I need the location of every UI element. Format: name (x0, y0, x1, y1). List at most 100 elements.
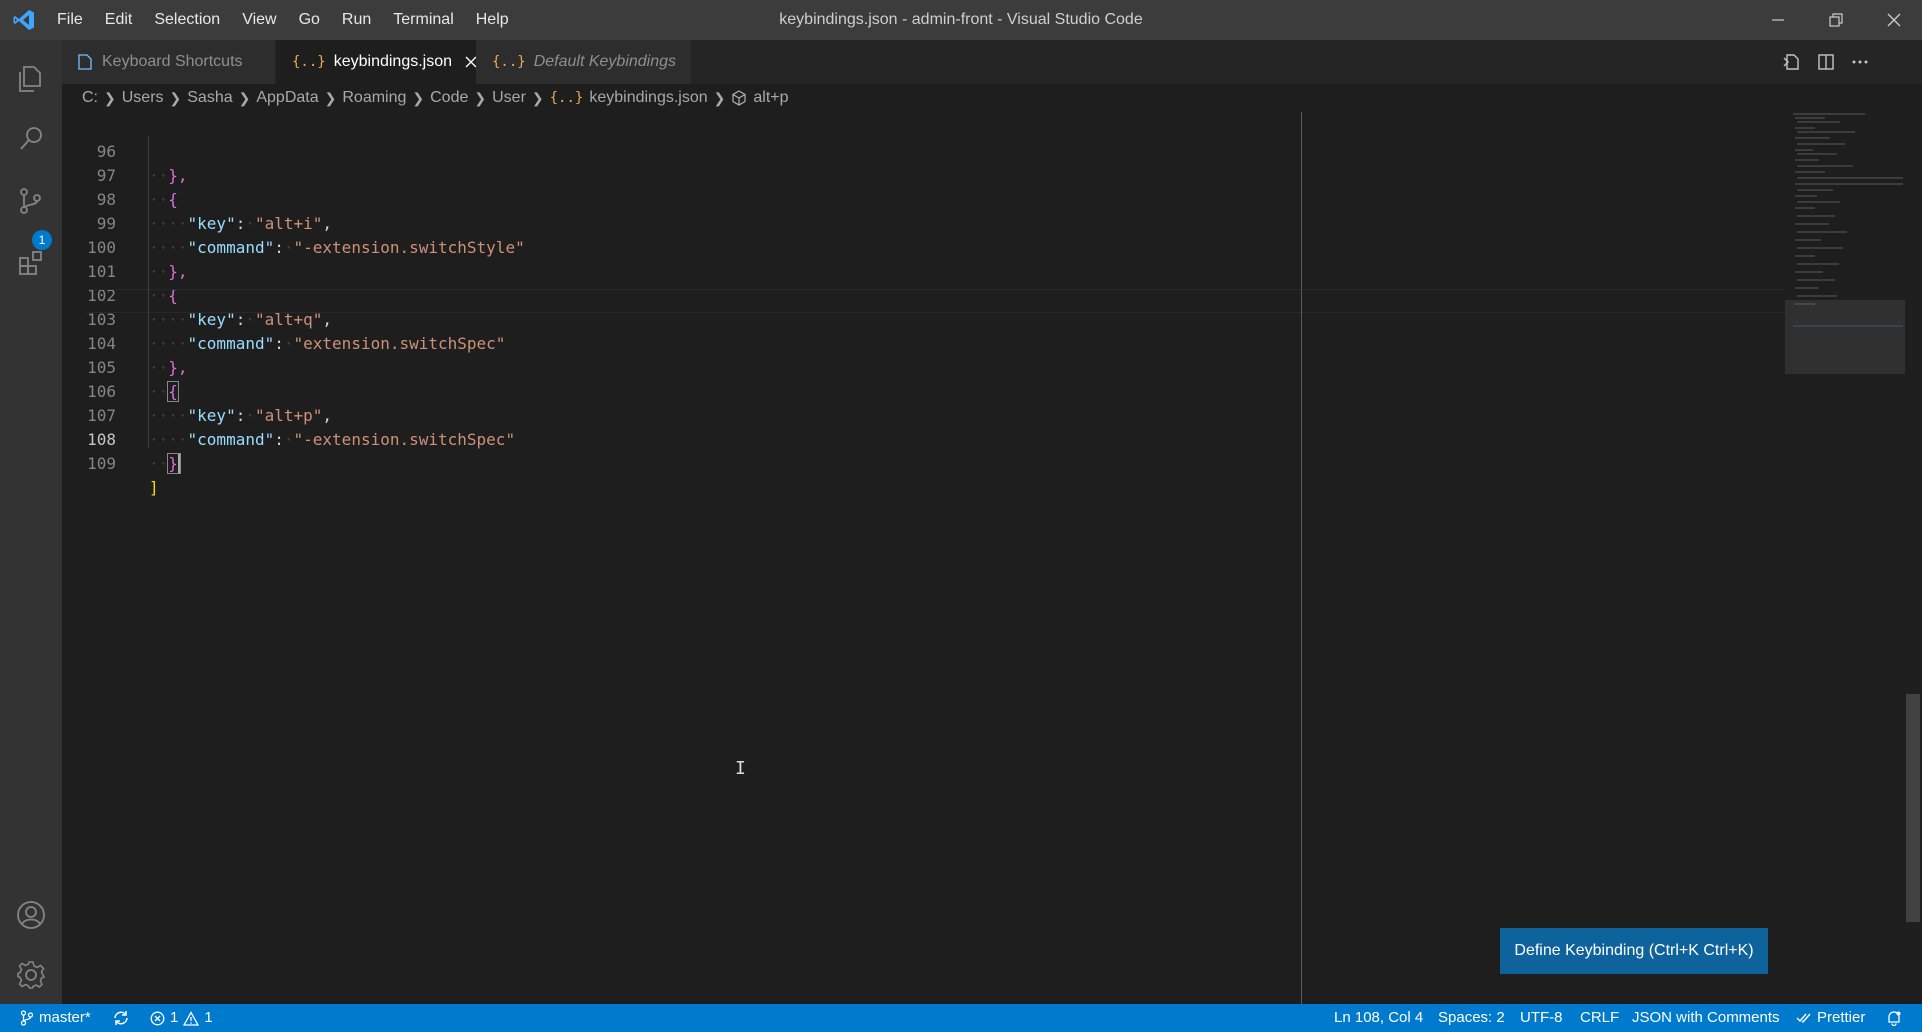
minimap-preview (1793, 113, 1903, 327)
end-of-line[interactable]: CRLF (1580, 1004, 1619, 1032)
code-editor[interactable]: 96 ··}, 97 ··{ 98 ····"key":·"alt+i", 99… (62, 112, 1785, 1004)
breadcrumb-item[interactable]: User (492, 89, 526, 107)
editor-ruler (1301, 112, 1302, 1004)
menu-edit[interactable]: Edit (94, 0, 144, 40)
chevron-right-icon: ❯ (474, 89, 487, 106)
search-icon (20, 127, 42, 150)
chevron-right-icon: ❯ (713, 89, 726, 106)
menu-selection[interactable]: Selection (143, 0, 231, 40)
branch-name: master* (39, 1009, 91, 1026)
scrollbar-thumb[interactable] (1906, 694, 1920, 922)
breadcrumb-item[interactable]: Sasha (187, 89, 232, 107)
language-mode[interactable]: JSON with Comments (1632, 1004, 1780, 1032)
code-line: 102 ····"key":·"alt+q", (62, 260, 1785, 329)
json-file-icon: {..} (549, 90, 584, 106)
breadcrumb-item[interactable]: keybindings.json (589, 89, 707, 107)
code-line: 96 ··}, (62, 116, 1785, 185)
close-tab-icon[interactable] (464, 55, 476, 69)
warning-icon (183, 1010, 200, 1026)
breadcrumb: C: ❯ Users ❯ Sasha ❯ AppData ❯ Roaming ❯ Code… (62, 84, 1922, 112)
json-file-icon: {..} (292, 54, 326, 70)
open-settings-json-icon[interactable] (1782, 52, 1802, 72)
vscode-logo-icon (13, 10, 34, 30)
menu-terminal[interactable]: Terminal (382, 0, 464, 40)
editor-actions (1782, 40, 1870, 84)
tab-bar: Keyboard Shortcuts {..} keybindings.json… (62, 40, 1922, 84)
code-line: 109 ] (62, 428, 1785, 497)
json-file-icon: {..} (492, 54, 526, 70)
menu-view[interactable]: View (231, 0, 287, 40)
breadcrumb-item[interactable]: AppData (256, 89, 318, 107)
chevron-right-icon: ❯ (324, 89, 337, 106)
chevron-right-icon: ❯ (169, 89, 182, 106)
settings-gear-icon (17, 961, 46, 989)
indent-guide (148, 136, 149, 448)
code-line: 106 ····"key":·"alt+p", (62, 356, 1785, 425)
chevron-right-icon: ❯ (531, 89, 544, 106)
error-count: 1 (170, 1009, 179, 1026)
warning-count: 1 (204, 1009, 213, 1026)
breadcrumb-item[interactable]: Roaming (342, 89, 406, 107)
extensions-icon (19, 251, 42, 275)
mouse-ibeam-cursor-icon: I (735, 758, 746, 779)
line-number: 109 (87, 454, 116, 473)
cursor-position[interactable]: Ln 108, Col 4 (1334, 1004, 1423, 1032)
menu-file[interactable]: File (46, 0, 94, 40)
breadcrumb-item[interactable]: C: (82, 89, 98, 107)
double-check-icon (1796, 1013, 1811, 1024)
symbol-object-icon (732, 90, 746, 106)
accounts-button[interactable] (0, 886, 62, 944)
explorer-icon (19, 66, 41, 92)
breadcrumb-item[interactable]: Users (122, 89, 164, 107)
sync-button[interactable] (112, 1004, 130, 1032)
code-line: 98 ····"key":·"alt+i", (62, 164, 1785, 233)
git-branch-icon (20, 1010, 34, 1026)
indentation[interactable]: Spaces: 2 (1438, 1004, 1505, 1032)
source-control-button[interactable] (0, 172, 62, 230)
explorer-button[interactable] (0, 50, 62, 108)
prettier-status[interactable]: Prettier (1796, 1004, 1865, 1032)
tab-keyboard-shortcuts[interactable]: Keyboard Shortcuts (62, 40, 276, 84)
code-line: 97 ··{ (62, 140, 1785, 209)
minimap-slider[interactable] (1785, 300, 1905, 374)
minimize-button[interactable] (1750, 0, 1806, 40)
bell-icon (1888, 1011, 1901, 1026)
menu-help[interactable]: Help (465, 0, 520, 40)
code-line: 101 ··{ (62, 236, 1785, 305)
problems-indicator[interactable]: 1 1 (150, 1004, 213, 1032)
tab-label: keybindings.json (333, 53, 453, 70)
tab-label: Keyboard Shortcuts (102, 53, 243, 70)
status-bar: master* 1 1 Ln 108, Col 4 Spaces: 2 UTF-… (0, 1004, 1922, 1032)
tab-default-keybindings[interactable]: {..} Default Keybindings (476, 40, 692, 84)
source-control-icon (20, 188, 41, 214)
code-line: 105 ··{ (62, 332, 1785, 402)
menu-run[interactable]: Run (331, 0, 382, 40)
git-branch[interactable]: master* (20, 1004, 91, 1032)
minimap[interactable] (1785, 112, 1905, 1004)
close-window-button[interactable] (1866, 0, 1922, 40)
split-editor-icon[interactable] (1816, 52, 1836, 72)
breadcrumb-item[interactable]: Code (430, 89, 468, 107)
tab-keybindings-json[interactable]: {..} keybindings.json (276, 40, 476, 84)
breadcrumb-item[interactable]: alt+p (753, 89, 788, 107)
code-line: 100 ··}, (62, 212, 1785, 281)
current-line-highlight (87, 289, 1787, 313)
encoding[interactable]: UTF-8 (1520, 1004, 1563, 1032)
code-text: ] (149, 478, 159, 497)
code-text: ··} (149, 453, 181, 474)
keyboard-shortcuts-icon (78, 54, 92, 70)
extensions-button[interactable] (0, 234, 62, 292)
search-button[interactable] (0, 110, 62, 168)
minimize-icon (1772, 19, 1784, 21)
restore-icon (1829, 13, 1843, 27)
chevron-right-icon: ❯ (104, 89, 116, 106)
menu-go[interactable]: Go (288, 0, 331, 40)
close-icon (1887, 13, 1901, 27)
define-keybinding-button[interactable]: Define Keybinding (Ctrl+K Ctrl+K) (1500, 928, 1768, 974)
sync-icon (114, 1011, 128, 1025)
restore-button[interactable] (1808, 0, 1864, 40)
settings-button[interactable] (0, 946, 62, 1004)
more-actions-icon[interactable] (1850, 52, 1870, 72)
notifications-button[interactable] (1886, 1004, 1902, 1032)
chevron-right-icon: ❯ (238, 89, 251, 106)
